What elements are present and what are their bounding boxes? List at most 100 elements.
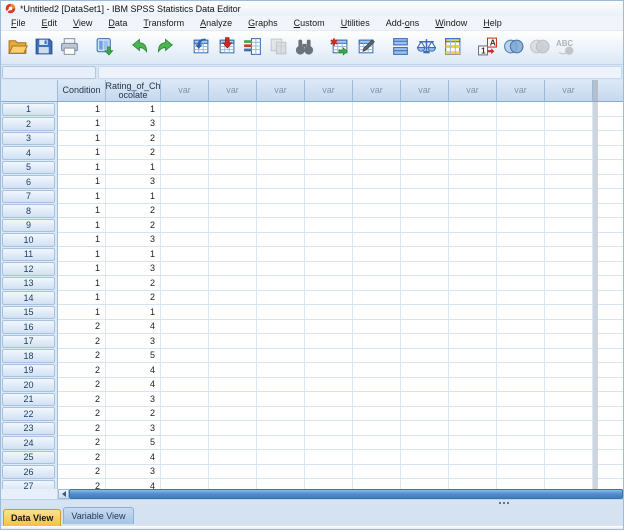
cell-empty[interactable] xyxy=(161,102,209,117)
cell-empty[interactable] xyxy=(545,131,593,146)
cell-condition-row8[interactable]: 1 xyxy=(58,203,106,218)
cell-empty[interactable] xyxy=(598,479,623,489)
undo-button[interactable] xyxy=(126,34,152,61)
cell-empty[interactable] xyxy=(161,406,209,421)
cell-empty[interactable] xyxy=(598,276,623,291)
cell-condition-row15[interactable]: 1 xyxy=(58,305,106,320)
cell-empty[interactable] xyxy=(497,348,545,363)
cell-empty[interactable] xyxy=(598,435,623,450)
cell-condition-row16[interactable]: 2 xyxy=(58,319,106,334)
cell-empty[interactable] xyxy=(161,131,209,146)
cell-empty[interactable] xyxy=(497,116,545,131)
cell-empty[interactable] xyxy=(545,334,593,349)
cell-empty[interactable] xyxy=(598,131,623,146)
row-header-16[interactable]: 16 xyxy=(1,319,58,334)
cell-empty[interactable] xyxy=(305,363,353,378)
cell-empty[interactable] xyxy=(209,392,257,407)
scrollbar-thumb[interactable] xyxy=(69,489,623,499)
row-header-26[interactable]: 26 xyxy=(1,464,58,479)
cell-empty[interactable] xyxy=(598,218,623,233)
cell-empty[interactable] xyxy=(449,218,497,233)
cell-empty[interactable] xyxy=(353,145,401,160)
cell-rating-row12[interactable]: 3 xyxy=(106,261,161,276)
cell-empty[interactable] xyxy=(161,174,209,189)
cell-empty[interactable] xyxy=(257,189,305,204)
cell-empty[interactable] xyxy=(305,435,353,450)
cell-rating-row25[interactable]: 4 xyxy=(106,450,161,465)
cell-rating-row18[interactable]: 5 xyxy=(106,348,161,363)
row-header-21[interactable]: 21 xyxy=(1,392,58,407)
row-header-3[interactable]: 3 xyxy=(1,131,58,146)
row-header-20[interactable]: 20 xyxy=(1,377,58,392)
row-header-13[interactable]: 13 xyxy=(1,276,58,291)
cell-empty[interactable] xyxy=(497,464,545,479)
cell-empty[interactable] xyxy=(305,479,353,489)
cell-empty[interactable] xyxy=(449,334,497,349)
goto-variable-button[interactable] xyxy=(213,34,239,61)
menu-addons[interactable]: Add-ons xyxy=(378,17,428,29)
cell-condition-row4[interactable]: 1 xyxy=(58,145,106,160)
cell-empty[interactable] xyxy=(257,334,305,349)
cell-empty[interactable] xyxy=(209,247,257,262)
cell-empty[interactable] xyxy=(401,160,449,175)
cell-empty[interactable] xyxy=(401,189,449,204)
cell-empty[interactable] xyxy=(305,145,353,160)
cell-empty[interactable] xyxy=(257,102,305,117)
cell-rating-row26[interactable]: 3 xyxy=(106,464,161,479)
cell-empty[interactable] xyxy=(401,334,449,349)
cell-rating-row14[interactable]: 2 xyxy=(106,290,161,305)
menu-data[interactable]: Data xyxy=(100,17,135,29)
cell-empty[interactable] xyxy=(305,247,353,262)
cell-empty[interactable] xyxy=(545,348,593,363)
cell-empty[interactable] xyxy=(449,276,497,291)
cell-empty[interactable] xyxy=(161,464,209,479)
cell-empty[interactable] xyxy=(598,160,623,175)
cell-empty[interactable] xyxy=(449,377,497,392)
cell-empty[interactable] xyxy=(209,116,257,131)
cell-empty[interactable] xyxy=(161,377,209,392)
cell-empty[interactable] xyxy=(353,218,401,233)
cell-empty[interactable] xyxy=(161,189,209,204)
cell-empty[interactable] xyxy=(161,276,209,291)
row-header-10[interactable]: 10 xyxy=(1,232,58,247)
cell-empty[interactable] xyxy=(449,450,497,465)
cell-empty[interactable] xyxy=(209,450,257,465)
cell-condition-row23[interactable]: 2 xyxy=(58,421,106,436)
cell-empty[interactable] xyxy=(353,406,401,421)
cell-empty[interactable] xyxy=(598,247,623,262)
cell-empty[interactable] xyxy=(305,377,353,392)
cell-empty[interactable] xyxy=(257,319,305,334)
menu-analyze[interactable]: Analyze xyxy=(192,17,240,29)
cell-empty[interactable] xyxy=(305,261,353,276)
cell-rating-row21[interactable]: 3 xyxy=(106,392,161,407)
cell-empty[interactable] xyxy=(545,363,593,378)
cell-empty[interactable] xyxy=(545,174,593,189)
row-header-24[interactable]: 24 xyxy=(1,435,58,450)
cell-empty[interactable] xyxy=(257,203,305,218)
menu-utilities[interactable]: Utilities xyxy=(333,17,378,29)
cell-empty[interactable] xyxy=(449,406,497,421)
scroll-left-button[interactable] xyxy=(58,489,69,499)
cell-empty[interactable] xyxy=(545,247,593,262)
cell-empty[interactable] xyxy=(598,174,623,189)
cell-empty[interactable] xyxy=(598,406,623,421)
cell-rating-row13[interactable]: 2 xyxy=(106,276,161,291)
cell-empty[interactable] xyxy=(598,203,623,218)
cell-empty[interactable] xyxy=(257,377,305,392)
cell-empty[interactable] xyxy=(161,479,209,489)
cell-empty[interactable] xyxy=(545,102,593,117)
cell-empty[interactable] xyxy=(598,334,623,349)
cell-empty[interactable] xyxy=(353,131,401,146)
cell-empty[interactable] xyxy=(401,421,449,436)
menu-edit[interactable]: Edit xyxy=(34,17,66,29)
cell-empty[interactable] xyxy=(449,145,497,160)
cell-empty[interactable] xyxy=(497,450,545,465)
cell-empty[interactable] xyxy=(497,131,545,146)
cell-empty[interactable] xyxy=(497,290,545,305)
cell-condition-row14[interactable]: 1 xyxy=(58,290,106,305)
cell-condition-row24[interactable]: 2 xyxy=(58,435,106,450)
cell-empty[interactable] xyxy=(161,145,209,160)
cell-empty[interactable] xyxy=(497,392,545,407)
cell-rating-row3[interactable]: 2 xyxy=(106,131,161,146)
redo-button[interactable] xyxy=(152,34,178,61)
